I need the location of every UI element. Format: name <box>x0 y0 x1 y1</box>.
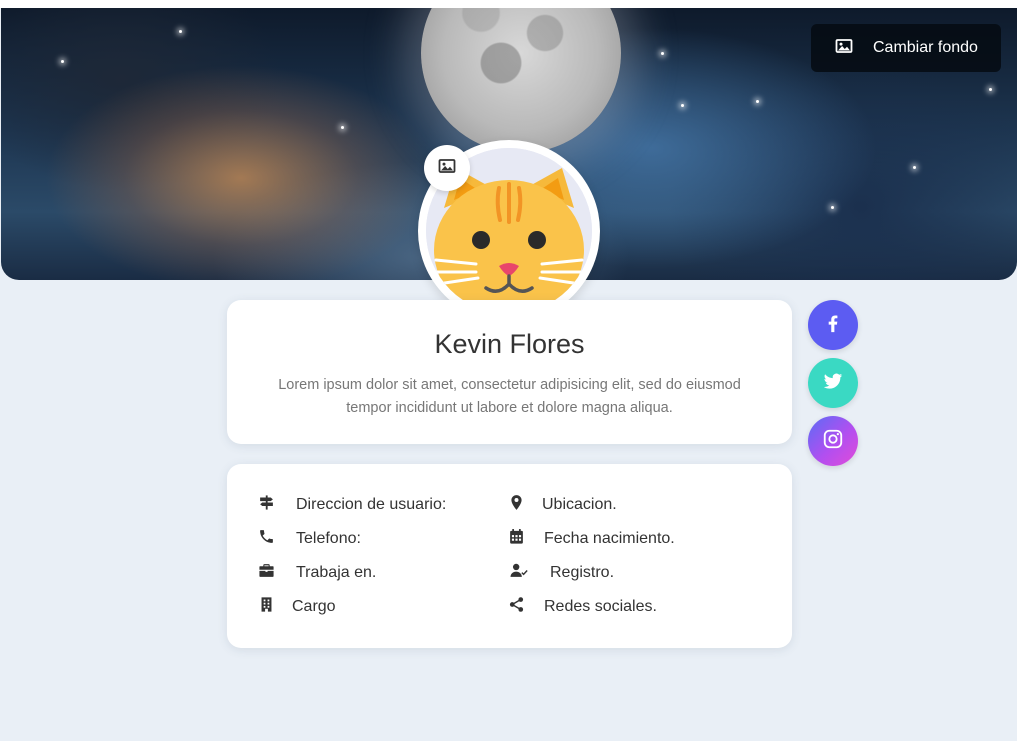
image-icon <box>835 37 853 60</box>
twitter-button[interactable] <box>808 358 858 408</box>
instagram-button[interactable] <box>808 416 858 466</box>
info-works-at-label: Trabaja en. <box>296 564 377 581</box>
briefcase-icon <box>258 562 275 584</box>
star-decoration <box>341 126 344 129</box>
change-background-label: Cambiar fondo <box>873 39 978 56</box>
change-avatar-button[interactable] <box>424 145 470 191</box>
info-location: Ubicacion. <box>508 494 617 516</box>
share-icon <box>508 596 525 618</box>
info-birthdate-label: Fecha nacimiento. <box>544 530 675 547</box>
info-registered: Registro. <box>508 562 614 584</box>
star-decoration <box>179 30 182 33</box>
info-social-networks-label: Redes sociales. <box>544 598 657 615</box>
phone-icon <box>258 528 275 550</box>
info-social-networks: Redes sociales. <box>508 596 657 618</box>
star-decoration <box>756 100 759 103</box>
info-address-label: Direccion de usuario: <box>296 496 447 513</box>
image-icon <box>438 157 456 180</box>
profile-bio: Lorem ipsum dolor sit amet, consectetur … <box>278 377 741 416</box>
change-background-button[interactable]: Cambiar fondo <box>811 24 1001 72</box>
signpost-icon <box>258 494 275 516</box>
profile-info-card: Direccion de usuario: Ubicacion. Telefon… <box>227 464 792 648</box>
instagram-icon <box>822 428 844 455</box>
profile-summary-card: Kevin Flores Lorem ipsum dolor sit amet,… <box>227 300 792 444</box>
info-phone-label: Telefono: <box>296 530 361 547</box>
star-decoration <box>831 206 834 209</box>
twitter-icon <box>822 370 844 397</box>
info-location-label: Ubicacion. <box>542 496 617 513</box>
moon-decoration <box>421 8 621 153</box>
info-address: Direccion de usuario: <box>258 494 446 516</box>
building-icon <box>258 596 275 618</box>
profile-page: Cambiar fondo Kevin Flores Lorem ipsum d… <box>0 8 1017 741</box>
star-decoration <box>61 60 64 63</box>
star-decoration <box>661 52 664 55</box>
star-decoration <box>681 104 684 107</box>
facebook-button[interactable] <box>808 300 858 350</box>
info-birthdate: Fecha nacimiento. <box>508 528 675 550</box>
map-pin-icon <box>508 494 525 516</box>
star-decoration <box>989 88 992 91</box>
info-position: Cargo <box>258 596 336 618</box>
info-works-at: Trabaja en. <box>258 562 376 584</box>
profile-name: Kevin Flores <box>434 329 585 359</box>
user-check-icon <box>508 562 530 584</box>
info-phone: Telefono: <box>258 528 361 550</box>
calendar-icon <box>508 528 525 550</box>
info-position-label: Cargo <box>292 598 336 615</box>
star-decoration <box>913 166 916 169</box>
info-registered-label: Registro. <box>550 564 615 581</box>
facebook-icon <box>822 312 844 339</box>
